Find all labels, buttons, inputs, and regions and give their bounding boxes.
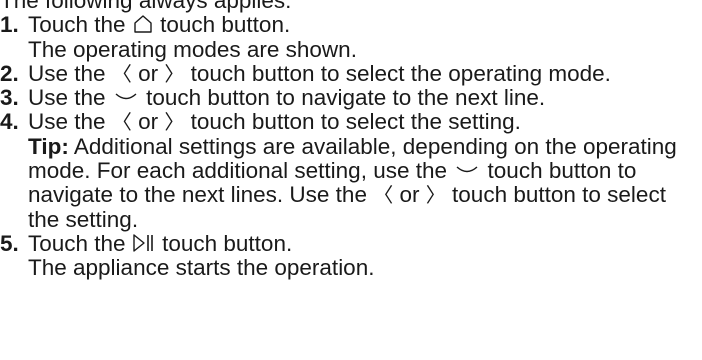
chevron-left-icon: 〈 bbox=[111, 61, 132, 86]
step-result: The operating modes are shown. bbox=[28, 36, 357, 62]
home-icon bbox=[134, 15, 152, 33]
chevron-right-icon: 〉 bbox=[425, 183, 446, 208]
chevron-right-icon: 〉 bbox=[164, 110, 185, 135]
step-number: 2. bbox=[0, 60, 19, 86]
chevron-right-icon: 〉 bbox=[164, 61, 185, 86]
instructions-document: The following always applies: 1. Touch t… bbox=[0, 0, 702, 281]
tip-label: Tip: bbox=[28, 133, 69, 159]
step-4: 4. Use the 〈 or 〉 touch button to select… bbox=[0, 109, 702, 232]
steps-list: 1. Touch the touch button. The operating… bbox=[0, 12, 702, 281]
step-number: 1. bbox=[0, 12, 19, 38]
step-number: 3. bbox=[0, 85, 19, 111]
chevron-left-icon: 〈 bbox=[111, 110, 132, 135]
step-5: 5. Touch the touch button. The appliance… bbox=[0, 230, 702, 281]
step-instruction: Touch the touch button. bbox=[28, 230, 293, 256]
play-pause-icon bbox=[133, 234, 153, 252]
step-instruction: Use the 〈 or 〉 touch button to select th… bbox=[28, 109, 521, 135]
step-instruction: Touch the touch button. bbox=[28, 12, 291, 38]
step-result: The appliance starts the operation. bbox=[28, 255, 375, 281]
chevron-down-icon bbox=[456, 166, 478, 173]
tip-paragraph: Tip: Additional settings are available, … bbox=[28, 133, 677, 232]
step-instruction: Use the 〈 or 〉 touch button to select th… bbox=[28, 60, 611, 86]
step-instruction: Use the touch button to navigate to the … bbox=[28, 85, 546, 111]
step-number: 4. bbox=[0, 109, 19, 135]
chevron-left-icon: 〈 bbox=[373, 183, 394, 208]
intro-text: The following always applies: bbox=[0, 0, 292, 13]
step-1: 1. Touch the touch button. The operating… bbox=[0, 12, 702, 62]
chevron-down-icon bbox=[115, 93, 137, 100]
step-2: 2. Use the 〈 or 〉 touch button to select… bbox=[0, 60, 702, 86]
step-number: 5. bbox=[0, 230, 19, 256]
step-3: 3. Use the touch button to navigate to t… bbox=[0, 85, 702, 111]
